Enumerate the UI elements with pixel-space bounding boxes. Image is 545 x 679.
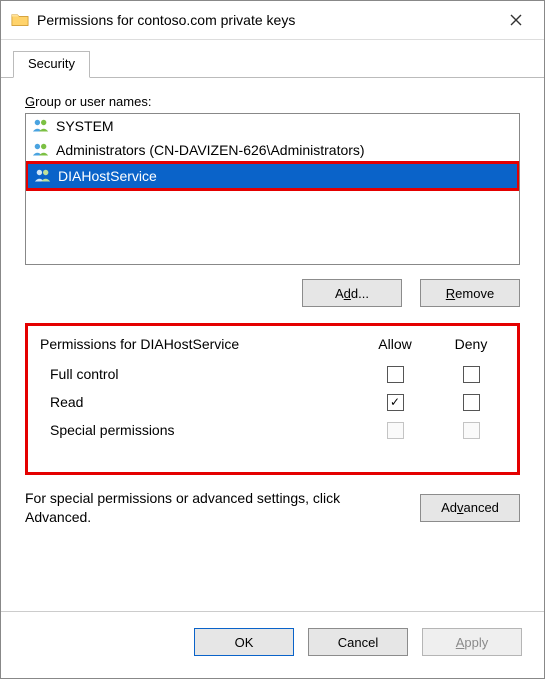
allow-checkbox [387, 422, 404, 439]
remove-button[interactable]: Remove [420, 279, 520, 307]
permission-name: Read [50, 394, 357, 410]
advanced-button[interactable]: Advanced [420, 494, 520, 522]
list-item[interactable]: DIAHostService [28, 164, 517, 188]
btn-text: A [335, 286, 344, 301]
permission-name: Special permissions [50, 422, 357, 438]
permission-row: Full control [36, 360, 509, 388]
window-title: Permissions for contoso.com private keys [37, 12, 494, 28]
group-users-label: Group or user names: [25, 94, 520, 109]
label-text: roup or user names: [35, 94, 151, 109]
btn-text: emove [455, 286, 494, 301]
accel-char: G [25, 94, 35, 109]
deny-checkbox [463, 422, 480, 439]
column-allow: Allow [357, 336, 433, 352]
ok-button[interactable]: OK [194, 628, 294, 656]
folder-icon [11, 12, 29, 28]
cancel-button[interactable]: Cancel [308, 628, 408, 656]
btn-text: d... [351, 286, 369, 301]
advanced-hint: For special permissions or advanced sett… [25, 489, 400, 527]
add-button[interactable]: Add... [302, 279, 402, 307]
close-button[interactable] [494, 6, 538, 34]
tab-strip: Security [1, 40, 544, 78]
permissions-header: Permissions for DIAHostService Allow Den… [40, 336, 509, 352]
btn-text: anced [463, 500, 498, 515]
permission-row: Read ✓ [36, 388, 509, 416]
group-users-listbox[interactable]: SYSTEM Administrators (CN-DAVIZEN-626\Ad… [25, 113, 520, 265]
deny-checkbox[interactable] [463, 394, 480, 411]
tab-security[interactable]: Security [13, 51, 90, 78]
users-icon [32, 118, 50, 134]
annotation-highlight: Permissions for DIAHostService Allow Den… [25, 323, 520, 475]
allow-checkbox[interactable]: ✓ [387, 394, 404, 411]
user-buttons-row: Add... Remove [25, 279, 520, 307]
accel-char: d [344, 286, 351, 301]
permission-name: Full control [50, 366, 357, 382]
btn-text: pply [464, 635, 488, 650]
users-icon [32, 142, 50, 158]
allow-checkbox[interactable] [387, 366, 404, 383]
security-pane: Group or user names: SYSTEM [1, 78, 544, 611]
deny-checkbox[interactable] [463, 366, 480, 383]
titlebar: Permissions for contoso.com private keys [1, 1, 544, 40]
list-item[interactable]: Administrators (CN-DAVIZEN-626\Administr… [26, 138, 519, 162]
dialog-footer: OK Cancel Apply [1, 611, 544, 678]
permissions-title: Permissions for DIAHostService [40, 336, 357, 352]
accel-char: R [446, 286, 455, 301]
list-item[interactable]: SYSTEM [26, 114, 519, 138]
list-item-label: DIAHostService [58, 168, 157, 184]
apply-button[interactable]: Apply [422, 628, 522, 656]
list-item-label: SYSTEM [56, 118, 114, 134]
list-item-label: Administrators (CN-DAVIZEN-626\Administr… [56, 142, 365, 158]
column-deny: Deny [433, 336, 509, 352]
btn-text: Ad [441, 500, 457, 515]
permissions-dialog: Permissions for contoso.com private keys… [0, 0, 545, 679]
users-icon [34, 168, 52, 184]
advanced-row: For special permissions or advanced sett… [25, 489, 520, 527]
annotation-highlight: DIAHostService [25, 161, 520, 191]
permission-row: Special permissions [36, 416, 509, 444]
